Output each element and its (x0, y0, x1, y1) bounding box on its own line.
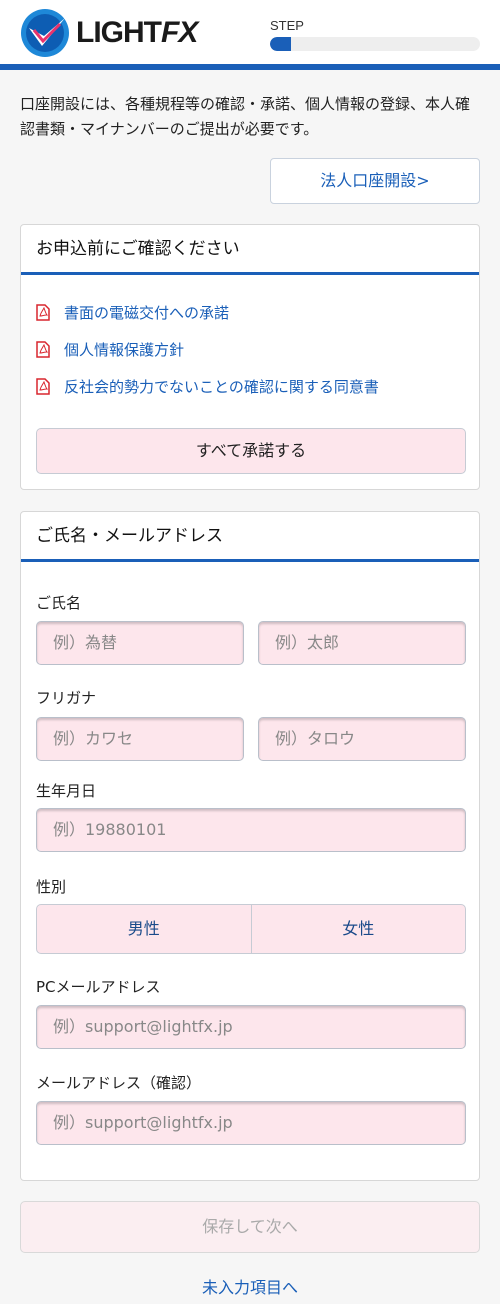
missing-fields-link[interactable]: 未入力項目へ (0, 1274, 500, 1298)
step-progress-bar (270, 37, 480, 51)
pdf-icon (36, 378, 50, 395)
step-label: STEP (270, 18, 304, 33)
last-name-input[interactable]: 例）為替 (36, 621, 244, 665)
gender-label: 性別 (36, 878, 67, 896)
pc-email-input[interactable]: 例）support@lightfx.jp (36, 1005, 466, 1049)
email-confirm-input[interactable]: 例）support@lightfx.jp (36, 1101, 466, 1145)
document-label: 反社会的勢力でないことの確認に関する同意書 (64, 378, 379, 396)
header: LIGHTFX STEP (0, 0, 500, 64)
first-name-kana-input[interactable]: 例）タロウ (258, 717, 466, 761)
last-name-kana-input[interactable]: 例）カワセ (36, 717, 244, 761)
document-label: 書面の電磁交付への承諾 (64, 304, 230, 322)
intro-text: 口座開設には、各種規程等の確認・承諾、個人情報の登録、本人確認書類・マイナンバー… (20, 95, 471, 138)
gender-selector: 男性 女性 (36, 904, 466, 954)
accept-all-button[interactable]: すべて承諾する (36, 428, 466, 474)
document-link-consent[interactable]: 書面の電磁交付への承諾 (36, 303, 479, 340)
confirm-card: お申込前にご確認ください 書面の電磁交付への承諾 個人情報保護方針 反社会的勢力… (20, 224, 480, 490)
name-email-card: ご氏名・メールアドレス ご氏名 例）為替 例）太郎 フリガナ 例）カワセ 例）タ… (20, 511, 480, 1181)
logo-text: LIGHTFX (76, 16, 198, 49)
pdf-icon (36, 304, 50, 321)
pdf-icon (36, 341, 50, 358)
header-divider (0, 64, 500, 70)
document-label: 個人情報保護方針 (64, 341, 185, 359)
name-label: ご氏名 (36, 594, 82, 612)
form-card-title: ご氏名・メールアドレス (21, 512, 479, 562)
logo: LIGHTFX (20, 8, 220, 58)
pc-email-label: PCメールアドレス (36, 978, 161, 996)
birthdate-label: 生年月日 (36, 782, 97, 800)
corporate-account-link[interactable]: 法人口座開設> (270, 158, 480, 204)
document-list: 書面の電磁交付への承諾 個人情報保護方針 反社会的勢力でないことの確認に関する同… (21, 275, 479, 414)
gender-female-option[interactable]: 女性 (250, 905, 466, 953)
logo-mark-icon (21, 9, 69, 57)
kana-label: フリガナ (36, 689, 97, 707)
step-progress-fill (270, 37, 291, 51)
confirm-card-title: お申込前にご確認ください (21, 225, 479, 275)
birthdate-input[interactable]: 例）19880101 (36, 808, 466, 852)
gender-male-option[interactable]: 男性 (37, 905, 251, 953)
document-link-privacy[interactable]: 個人情報保護方針 (36, 340, 479, 377)
email-confirm-label: メールアドレス（確認） (36, 1074, 202, 1092)
save-next-button[interactable]: 保存して次へ (20, 1201, 480, 1253)
document-link-antisocial[interactable]: 反社会的勢力でないことの確認に関する同意書 (36, 377, 479, 414)
first-name-input[interactable]: 例）太郎 (258, 621, 466, 665)
